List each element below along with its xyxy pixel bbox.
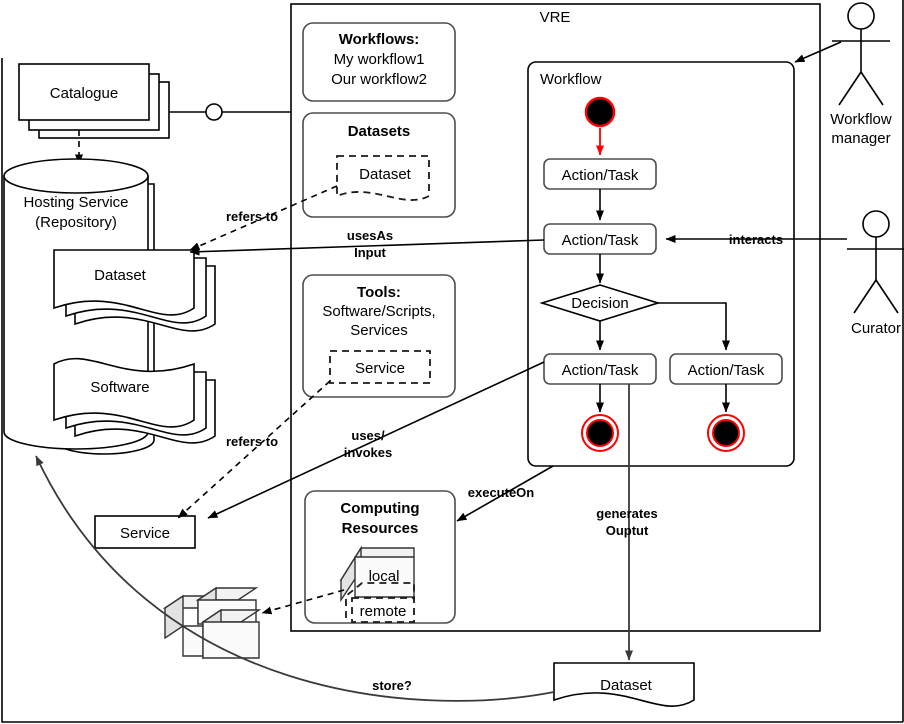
- software-stack-label: Software: [90, 379, 149, 396]
- edge-label-uses-invokes-1: uses/: [351, 428, 385, 443]
- service-box-label: Service: [120, 525, 170, 542]
- hosting-service-label-line2: (Repository): [35, 214, 117, 231]
- computing-title-line2: Resources: [342, 520, 419, 537]
- workflow-action-2-label: Action/Task: [562, 232, 639, 249]
- tools-line-2: Services: [350, 322, 408, 339]
- workflows-item-2: Our workflow2: [331, 71, 427, 88]
- hosting-service-label-line1: Hosting Service: [23, 194, 128, 211]
- workflow-frame: Workflow: [527, 61, 795, 467]
- vre-label: VRE: [540, 9, 571, 26]
- actor-workflow-manager-label-1: Workflow: [830, 111, 892, 128]
- panel-computing-resources[interactable]: Computing Resources local remote: [304, 490, 456, 624]
- edge-label-execute-on: executeOn: [468, 485, 535, 500]
- actor-workflow-manager: Workflow manager: [830, 2, 892, 147]
- workflow-action-3[interactable]: Action/Task: [543, 353, 657, 385]
- panel-tools[interactable]: Tools: Software/Scripts, Services Servic…: [302, 274, 456, 398]
- workflow-decision-label: Decision: [571, 295, 629, 312]
- tools-panel-title: Tools:: [357, 284, 401, 301]
- dataset-stack-label: Dataset: [94, 267, 147, 284]
- workflow-action-3-label: Action/Task: [562, 362, 639, 379]
- actor-curator: Curator: [847, 210, 904, 337]
- edge-label-uses-as-input-1: usesAs: [347, 228, 393, 243]
- workflow-action-4[interactable]: Action/Task: [669, 353, 783, 385]
- catalogue-interface-connector: [169, 103, 291, 121]
- computing-remote-label: remote: [360, 603, 407, 620]
- catalogue-stack: Catalogue: [18, 63, 170, 139]
- workflow-action-1-label: Action/Task: [562, 167, 639, 184]
- edge-label-uses-as-input-2: Input: [354, 245, 386, 260]
- service-box: Service: [94, 515, 196, 549]
- edge-label-store: store?: [372, 678, 412, 693]
- workflow-end-node-1: [581, 414, 619, 452]
- diagram-svg: VRE Catalogue Hosting Service (Repositor…: [1, 0, 904, 723]
- edge-label-refers-to-service: refers to: [226, 434, 278, 449]
- edge-label-interacts: interacts: [729, 232, 783, 247]
- workflow-action-1[interactable]: Action/Task: [543, 158, 657, 190]
- workflow-action-2[interactable]: Action/Task: [543, 223, 657, 255]
- datasets-panel-title: Datasets: [348, 123, 411, 140]
- catalogue-label: Catalogue: [50, 85, 118, 102]
- workflow-end-node-2: [707, 414, 745, 452]
- panel-datasets[interactable]: Datasets Dataset: [302, 112, 456, 218]
- actor-workflow-manager-label-2: manager: [831, 130, 890, 147]
- edge-label-generates-output-2: Ouptut: [606, 523, 649, 538]
- edge-label-generates-output-1: generates: [596, 506, 657, 521]
- computing-title-line1: Computing: [340, 500, 419, 517]
- dataset-document-stack: Dataset: [53, 249, 216, 332]
- datasets-inner-dataset-label: Dataset: [359, 166, 412, 183]
- actor-curator-label: Curator: [851, 320, 901, 337]
- tools-line-1: Software/Scripts,: [322, 303, 435, 320]
- workflow-frame-label: Workflow: [540, 71, 602, 88]
- workflow-action-4-label: Action/Task: [688, 362, 765, 379]
- bottom-dataset-document: Dataset: [553, 662, 695, 707]
- bottom-dataset-label: Dataset: [600, 677, 653, 694]
- workflow-start-node: [584, 96, 616, 128]
- tools-inner-service-label: Service: [355, 360, 405, 377]
- workflows-panel-title: Workflows:: [339, 31, 420, 48]
- software-document-stack: Software: [53, 357, 216, 444]
- edge-label-uses-invokes-2: invokes: [344, 445, 392, 460]
- panel-workflows[interactable]: Workflows: My workflow1 Our workflow2: [302, 22, 456, 102]
- diagram-canvas: VRE Catalogue Hosting Service (Repositor…: [0, 0, 904, 724]
- edge-label-refers-to-dataset: refers to: [226, 209, 278, 224]
- workflows-item-1: My workflow1: [334, 51, 425, 68]
